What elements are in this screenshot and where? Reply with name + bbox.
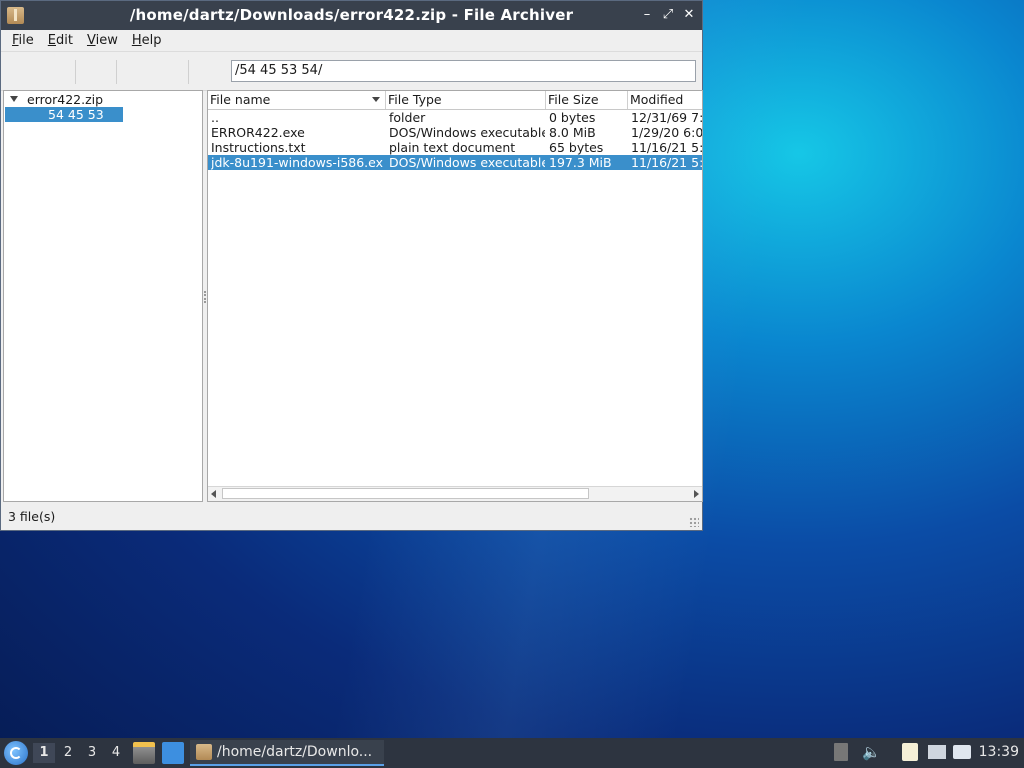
file-archiver-window: /home/dartz/Downloads/error422.zip - Fil… xyxy=(0,0,703,531)
file-row[interactable]: Instructions.txt plain text document 65 … xyxy=(208,140,702,155)
file-type-cell: folder xyxy=(389,110,426,125)
window-titlebar[interactable]: /home/dartz/Downloads/error422.zip - Fil… xyxy=(1,1,702,30)
column-header-modified[interactable]: Modified xyxy=(628,91,702,109)
taskbar: 1 2 3 4 /home/dartz/Downlo... 🔈 13:39 xyxy=(0,738,1024,768)
location-input[interactable]: /54 45 53 54/ xyxy=(231,60,696,82)
workspace-4[interactable]: 4 xyxy=(105,743,127,763)
tree-selection: 54 45 53 54 xyxy=(5,107,123,137)
expander-arrow-icon[interactable] xyxy=(10,96,18,102)
file-modified-cell: 12/31/69 7:00 xyxy=(631,110,703,125)
file-name-cell: Instructions.txt xyxy=(211,140,306,155)
clipboard-icon[interactable] xyxy=(902,743,918,761)
update-notifier-icon[interactable] xyxy=(953,745,971,759)
file-type-cell: plain text document xyxy=(389,140,516,155)
file-size-cell: 197.3 MiB xyxy=(549,155,612,170)
resize-grip-icon[interactable] xyxy=(689,517,699,527)
folder-tree[interactable]: error422.zip 54 45 53 54 xyxy=(3,90,203,502)
network-icon[interactable] xyxy=(928,745,946,759)
scrollbar-thumb[interactable] xyxy=(222,488,589,499)
file-name-cell: ERROR422.exe xyxy=(211,125,305,140)
file-row-selected[interactable]: jdk-8u191-windows-i586.exe DOS/Windows e… xyxy=(208,155,702,170)
menu-help[interactable]: Help xyxy=(125,33,169,48)
toolbar: /54 45 53 54/ xyxy=(1,52,702,91)
file-row[interactable]: ERROR422.exe DOS/Windows executable 8.0 … xyxy=(208,125,702,140)
menu-edit-mnemonic: E xyxy=(47,33,56,48)
toolbar-separator xyxy=(116,60,117,84)
column-header-name-label: File name xyxy=(210,92,271,107)
column-header-size[interactable]: File Size xyxy=(546,91,628,109)
workspace-1[interactable]: 1 xyxy=(33,743,55,763)
file-modified-cell: 1/29/20 6:08 xyxy=(631,125,703,140)
file-size-cell: 8.0 MiB xyxy=(549,125,596,140)
horizontal-scrollbar[interactable] xyxy=(208,486,702,501)
tree-root-label: error422.zip xyxy=(27,92,104,107)
file-size-cell: 0 bytes xyxy=(549,110,596,125)
lxqt-start-icon[interactable] xyxy=(4,741,28,765)
menu-bar: File Edit View Help xyxy=(1,30,702,52)
status-bar: 3 file(s) xyxy=(1,504,702,530)
file-name-cell: jdk-8u191-windows-i586.exe xyxy=(211,155,383,170)
menu-edit-label: dit xyxy=(56,33,73,48)
taskbar-window-label: /home/dartz/Downlo... xyxy=(217,744,373,760)
column-header-name[interactable]: File name xyxy=(208,91,386,109)
column-header-type[interactable]: File Type xyxy=(386,91,546,109)
window-title: /home/dartz/Downloads/error422.zip - Fil… xyxy=(129,6,574,24)
toolbar-separator xyxy=(75,60,76,84)
file-manager-icon[interactable] xyxy=(133,742,155,764)
file-modified-cell: 11/16/21 5:25 xyxy=(631,140,703,155)
scroll-right-arrow-icon[interactable] xyxy=(694,490,699,498)
menu-help-mnemonic: H xyxy=(131,33,142,48)
workspace-3[interactable]: 3 xyxy=(81,743,103,763)
archive-icon xyxy=(196,744,212,760)
tray-up-icon[interactable] xyxy=(834,743,848,761)
file-list-header: File name File Type File Size Modified xyxy=(208,91,702,110)
toolbar-separator xyxy=(188,60,189,84)
file-name-cell: .. xyxy=(211,110,219,125)
menu-help-label: elp xyxy=(141,33,162,48)
workspace-2[interactable]: 2 xyxy=(57,743,79,763)
file-type-cell: DOS/Windows executable xyxy=(389,155,545,170)
file-type-cell: DOS/Windows executable xyxy=(389,125,545,140)
status-text: 3 file(s) xyxy=(8,509,56,524)
volume-icon[interactable]: 🔈 xyxy=(862,743,881,761)
menu-file-label: ile xyxy=(18,33,34,48)
minimize-button[interactable]: – xyxy=(639,6,655,24)
file-modified-cell: 11/16/21 5:25 xyxy=(631,155,703,170)
menu-view[interactable]: View xyxy=(80,33,125,48)
menu-file[interactable]: File xyxy=(5,33,41,48)
menu-edit[interactable]: Edit xyxy=(41,33,80,48)
clock[interactable]: 13:39 xyxy=(979,744,1019,760)
show-desktop-icon[interactable] xyxy=(162,742,184,764)
file-row[interactable]: .. folder 0 bytes 12/31/69 7:00 xyxy=(208,110,702,125)
tree-item-root[interactable]: error422.zip xyxy=(4,92,202,107)
taskbar-window-button[interactable]: /home/dartz/Downlo... xyxy=(190,740,384,766)
close-button[interactable]: ✕ xyxy=(681,6,697,24)
maximize-button[interactable]: ⤢ xyxy=(660,6,676,24)
menu-view-mnemonic: V xyxy=(86,33,96,48)
tree-folder-label: 54 45 53 54 xyxy=(48,107,104,137)
file-list[interactable]: File name File Type File Size Modified .… xyxy=(207,90,703,502)
tree-item-folder[interactable]: 54 45 53 54 xyxy=(4,107,202,137)
file-size-cell: 65 bytes xyxy=(549,140,604,155)
scroll-left-arrow-icon[interactable] xyxy=(211,490,216,498)
menu-view-label: iew xyxy=(95,33,118,48)
sort-descending-icon xyxy=(372,97,380,102)
